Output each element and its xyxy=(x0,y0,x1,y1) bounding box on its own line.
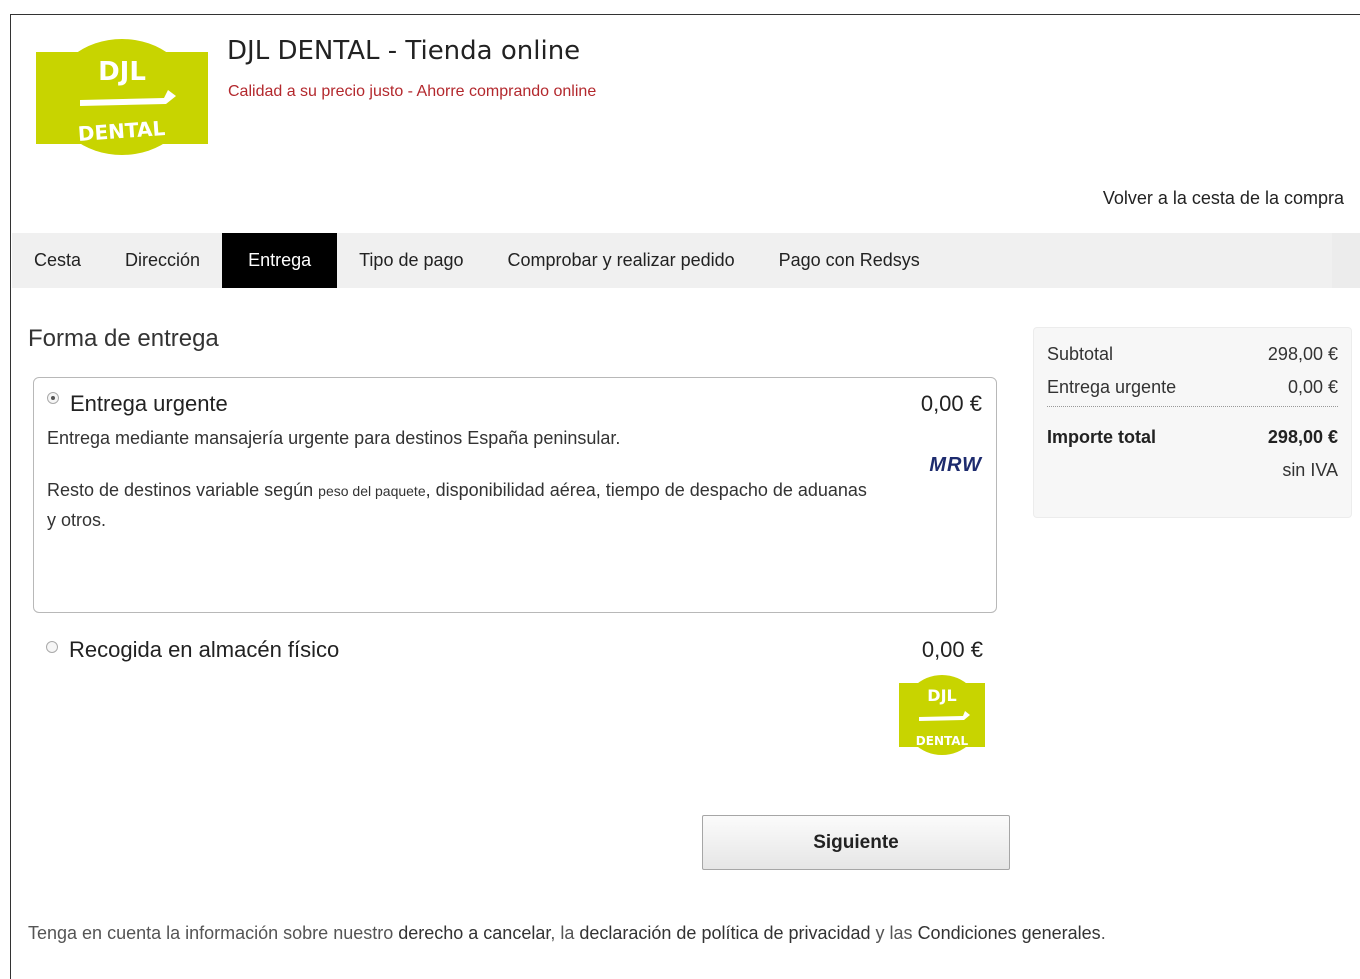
tab-entrega[interactable]: Entrega xyxy=(222,233,338,288)
shipping-label: Entrega urgente xyxy=(1047,377,1177,397)
legal-text-2: , la xyxy=(550,923,580,943)
option-description-extra: Resto de destinos variable según peso de… xyxy=(47,476,877,535)
option-description: Entrega mediante mansajería urgente para… xyxy=(47,428,621,448)
total-label: Importe total xyxy=(1047,427,1157,447)
tab-direccion[interactable]: Dirección xyxy=(103,233,222,288)
small-logo-text-bottom: DENTAL xyxy=(916,734,969,748)
desc-text-a: Resto de destinos variable según xyxy=(47,480,319,500)
summary-total-row: Importe total 298,00 € xyxy=(1047,427,1338,448)
legal-note: Tenga en cuenta la información sobre nue… xyxy=(28,923,1106,944)
back-to-cart-link[interactable]: Volver a la cesta de la compra xyxy=(1103,188,1344,209)
radio-pickup[interactable] xyxy=(46,641,58,653)
djl-dental-logo[interactable]: DJL DENTAL xyxy=(36,38,208,156)
option-price: 0,00 € xyxy=(920,391,982,416)
order-summary: Subtotal 298,00 € Entrega urgente 0,00 €… xyxy=(1033,327,1352,518)
section-title: Forma de entrega xyxy=(28,325,219,352)
option-price: 0,00 € xyxy=(921,637,983,662)
mrw-logo: MRW xyxy=(929,454,982,476)
shop-title: DJL DENTAL - Tienda online xyxy=(227,36,581,66)
small-logo-text-top: DJL xyxy=(927,686,956,705)
checkout-steps-nav: Cesta Dirección Entrega Tipo de pago Com… xyxy=(12,233,1332,288)
legal-text-3: y las xyxy=(870,923,918,943)
tab-pago-redsys[interactable]: Pago con Redsys xyxy=(757,233,942,288)
djl-dental-small-logo: DJL DENTAL xyxy=(899,675,985,755)
delivery-option-pickup[interactable]: Recogida en almacén físico 0,00 € DJL DE… xyxy=(33,625,997,765)
terms-link[interactable]: Condiciones generales xyxy=(918,923,1101,943)
tabs-bar-end xyxy=(1332,233,1360,288)
delivery-option-urgent[interactable]: Entrega urgente 0,00 € Entrega mediante … xyxy=(33,377,997,613)
shop-subtitle: Calidad a su precio justo - Ahorre compr… xyxy=(228,83,597,100)
subtotal-value: 298,00 € xyxy=(1267,344,1338,364)
logo-text-top: DJL xyxy=(98,57,146,87)
tab-cesta[interactable]: Cesta xyxy=(12,233,103,288)
legal-text-4: . xyxy=(1100,923,1106,943)
tab-comprobar-pedido[interactable]: Comprobar y realizar pedido xyxy=(486,233,757,288)
cancel-right-link[interactable]: derecho a cancelar xyxy=(398,923,550,943)
option-name[interactable]: Entrega urgente xyxy=(70,391,228,417)
radio-urgent[interactable] xyxy=(47,392,59,404)
tax-note: sin IVA xyxy=(1282,460,1338,480)
tab-tipo-de-pago[interactable]: Tipo de pago xyxy=(337,233,485,288)
desc-text-small: peso del paquete xyxy=(318,483,426,499)
subtotal-label: Subtotal xyxy=(1047,344,1114,364)
next-button[interactable]: Siguiente xyxy=(702,815,1010,870)
total-value: 298,00 € xyxy=(1267,427,1338,447)
legal-text-1: Tenga en cuenta la información sobre nue… xyxy=(28,923,399,943)
shipping-value: 0,00 € xyxy=(1287,377,1338,397)
summary-subtotal-row: Subtotal 298,00 € xyxy=(1047,344,1338,365)
privacy-policy-link[interactable]: declaración de política de privacidad xyxy=(579,923,870,943)
summary-shipping-row: Entrega urgente 0,00 € xyxy=(1047,377,1338,407)
option-name[interactable]: Recogida en almacén físico xyxy=(69,637,339,663)
